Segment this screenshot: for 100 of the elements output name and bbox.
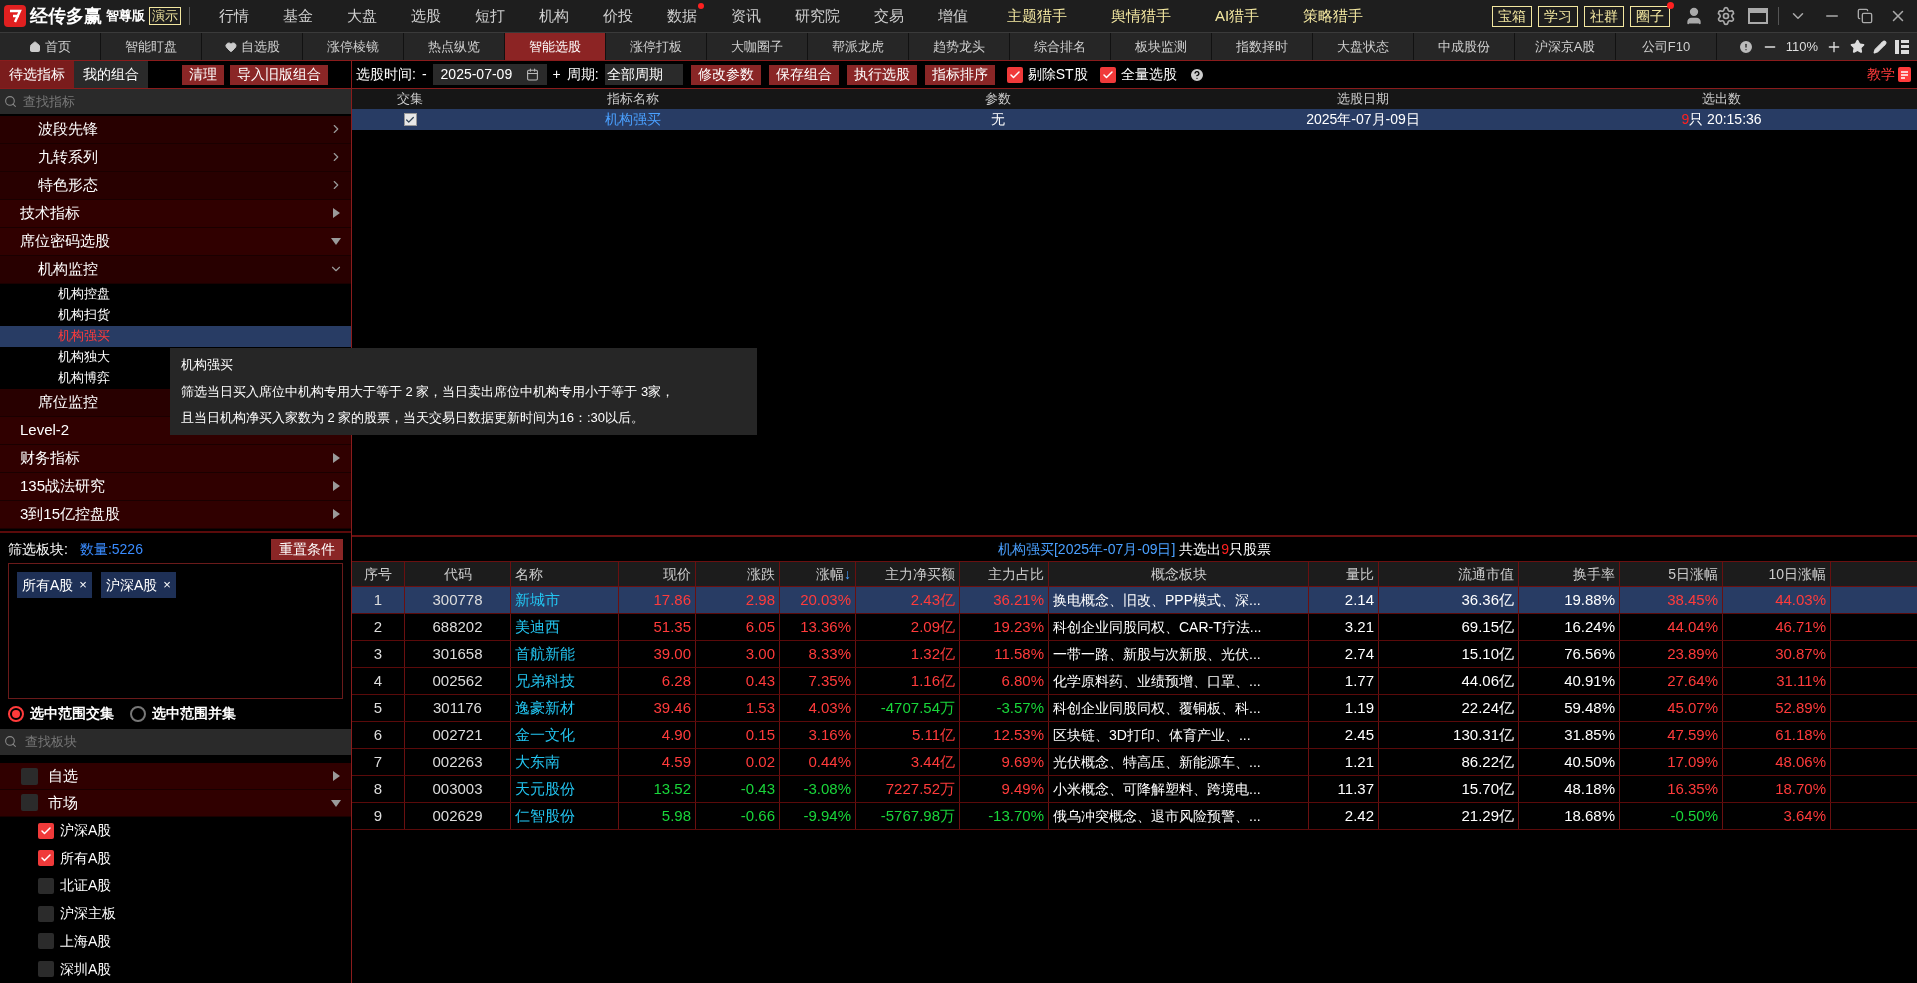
- table-cell: 44.03%: [1723, 587, 1831, 613]
- tooltip-text: 且当日机构净买入家数为 2 家的股票，当天交易日数据更新时间为16：:30以后。: [181, 409, 645, 427]
- table-cell: 11.58%: [960, 641, 1049, 667]
- table-cell: -13.70%: [960, 803, 1049, 829]
- table-cell: 52.89%: [1723, 695, 1831, 721]
- radio-label: 选中范围并集: [152, 704, 236, 724]
- table-cell: 002629: [405, 803, 511, 829]
- table-cell: 化学原料药、业绩预增、口罩、...: [1049, 668, 1309, 694]
- table-cell: 22.24亿: [1379, 695, 1519, 721]
- table-cell: 3.64%: [1723, 803, 1831, 829]
- table-cell-text: 9只 20:15:36: [1680, 110, 1763, 129]
- table-cell: 30.87%: [1723, 641, 1831, 667]
- table-cell: 6: [352, 722, 405, 748]
- table-cell: -5767.98万: [856, 803, 960, 829]
- date-dash: -: [421, 65, 427, 84]
- edition-label: 智尊版: [106, 7, 145, 26]
- table-cell: 3.00: [696, 641, 780, 667]
- table-cell: 301176: [405, 695, 511, 721]
- table-cell: 2.09亿: [856, 614, 960, 640]
- stock-name: 大东南: [511, 749, 619, 775]
- app-name: 经传多赢: [30, 4, 102, 28]
- table-cell: 2.14: [1309, 587, 1379, 613]
- table-cell: 130.31亿: [1379, 722, 1519, 748]
- table-cell: 1.16亿: [856, 668, 960, 694]
- table-cell: 002562: [405, 668, 511, 694]
- tooltip-text: 筛选当日买入席位中机构专用大于等于 2 家，当日卖出席位中机构专用小于等于 3家，: [181, 382, 676, 401]
- table-cell: 小米概念、可降解塑料、跨境电...: [1049, 776, 1309, 802]
- table-cell: 40.50%: [1519, 749, 1620, 775]
- table-cell: 3: [352, 641, 405, 667]
- table-cell: 俄乌冲突概念、退市风险预警、...: [1049, 803, 1309, 829]
- table-cell: 16.24%: [1519, 614, 1620, 640]
- table-cell: 5.11亿: [856, 722, 960, 748]
- table-cell: 300778: [405, 587, 511, 613]
- table-cell: 7: [352, 749, 405, 775]
- table-cell: 31.85%: [1519, 722, 1620, 748]
- table-cell: 20.03%: [780, 587, 856, 613]
- table-cell: 9.49%: [960, 776, 1049, 802]
- table-cell: 2.98: [696, 587, 780, 613]
- table-cell: 002263: [405, 749, 511, 775]
- table-cell: 2.42: [1309, 803, 1379, 829]
- table-cell: 3.44亿: [856, 749, 960, 775]
- table-cell: 688202: [405, 614, 511, 640]
- table-cell: 16.35%: [1620, 776, 1723, 802]
- table-cell: 0.43: [696, 668, 780, 694]
- stock-name: 新城市: [511, 587, 619, 613]
- table-cell: 12.53%: [960, 722, 1049, 748]
- table-cell: -3.08%: [780, 776, 856, 802]
- table-cell: 301658: [405, 641, 511, 667]
- table-cell: 光伏概念、特高压、新能源车、...: [1049, 749, 1309, 775]
- table-cell: 2.45: [1309, 722, 1379, 748]
- table-cell: 科创企业同股同权、CAR-T疗法...: [1049, 614, 1309, 640]
- table-cell: -4707.54万: [856, 695, 960, 721]
- table-cell: 0.44%: [780, 749, 856, 775]
- table-cell: 换电概念、旧改、PPP模式、深...: [1049, 587, 1309, 613]
- table-cell: 48.06%: [1723, 749, 1831, 775]
- period-label: 周期:: [566, 65, 599, 84]
- table-cell: 21.29亿: [1379, 803, 1519, 829]
- date-label: 选股时间:: [356, 65, 416, 84]
- table-cell: 59.48%: [1519, 695, 1620, 721]
- table-cell: 69.15亿: [1379, 614, 1519, 640]
- stock-name: 逸豪新材: [511, 695, 619, 721]
- table-cell: 36.21%: [960, 587, 1049, 613]
- table-cell: -0.66: [696, 803, 780, 829]
- mode-badge: 演示: [149, 7, 181, 25]
- table-cell: 2: [352, 614, 405, 640]
- tooltip-title: 机构强买: [181, 356, 234, 374]
- table-cell: 6.28: [619, 668, 696, 694]
- zoom-level: 110%: [1785, 37, 1818, 56]
- table-cell: -3.57%: [960, 695, 1049, 721]
- table-cell: 76.56%: [1519, 641, 1620, 667]
- table-cell: -9.94%: [780, 803, 856, 829]
- radio-label: 选中范围交集: [30, 704, 114, 724]
- table-cell: 8.33%: [780, 641, 856, 667]
- table-cell: 7.35%: [780, 668, 856, 694]
- table-cell: 4.90: [619, 722, 696, 748]
- table-cell: 6.05: [696, 614, 780, 640]
- table-cell: 4.03%: [780, 695, 856, 721]
- table-cell: 31.11%: [1723, 668, 1831, 694]
- stock-name: 仁智股份: [511, 803, 619, 829]
- table-cell: 17.09%: [1620, 749, 1723, 775]
- table-cell: 44.06亿: [1379, 668, 1519, 694]
- table-cell: 19.23%: [960, 614, 1049, 640]
- table-cell: 8: [352, 776, 405, 802]
- table-cell: 38.45%: [1620, 587, 1723, 613]
- table-cell: 61.18%: [1723, 722, 1831, 748]
- plus-sign: +: [552, 65, 561, 84]
- table-cell: 1.19: [1309, 695, 1379, 721]
- table-cell: 18.68%: [1519, 803, 1620, 829]
- board-count: 数量:5226: [79, 539, 143, 559]
- table-cell: 40.91%: [1519, 668, 1620, 694]
- table-cell: 9.69%: [960, 749, 1049, 775]
- table-cell: 1: [352, 587, 405, 613]
- table-cell: 13.52: [619, 776, 696, 802]
- stock-name: 美迪西: [511, 614, 619, 640]
- table-cell: 5: [352, 695, 405, 721]
- table-cell: 0.02: [696, 749, 780, 775]
- table-cell: 5.98: [619, 803, 696, 829]
- table-cell: 3.21: [1309, 614, 1379, 640]
- board-tag: 所有A股 ×: [17, 572, 92, 599]
- filter-label: 筛选板块:: [8, 539, 68, 559]
